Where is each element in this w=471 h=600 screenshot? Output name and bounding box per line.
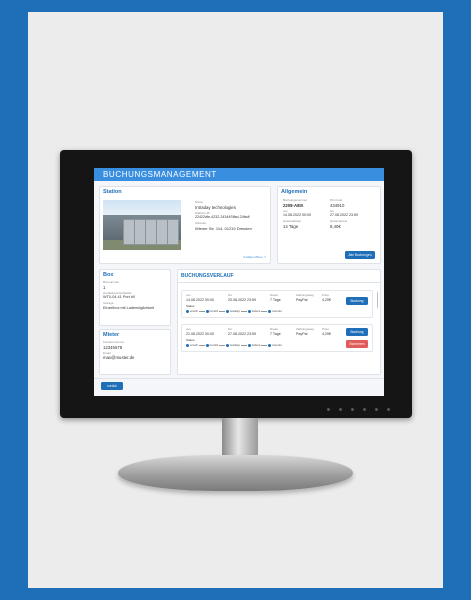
booking-duration: 7 Tage [270, 331, 281, 336]
step-bestaetigt: bestätigt [230, 310, 240, 313]
booking-payment: PayPal [296, 297, 308, 302]
monitor-buttons [327, 408, 390, 411]
hardware-value: WT0-04.41 Port #0 [103, 295, 136, 299]
general-title: Allgemein [281, 189, 308, 195]
box-card: Box Boxnummer 1 Hardwareschnittstelle WT… [99, 269, 171, 326]
history-card: BUCHUNGSVERLAUF von 14.08.2022 00:00 bis 2… [177, 269, 381, 375]
step-beendet: beendet [272, 310, 282, 313]
booking-button[interactable]: Buchung [346, 328, 368, 336]
storage-value: Einzelbox mit Lademöglichkeit [103, 305, 155, 310]
open-in-maps-link[interactable]: In Maps öffnen ↗ [243, 255, 266, 259]
booking-entry: von 14.08.2022 00:00 bis 20.08.2022 23:59 … [181, 290, 373, 318]
step-erstellt: erstellt [190, 344, 198, 347]
back-button[interactable]: zurück [101, 382, 123, 390]
booking-from: 14.08.2022 00:00 [186, 297, 214, 302]
col-payment-label: Zahlungsweg [296, 327, 314, 331]
scrollbar[interactable] [376, 292, 378, 308]
station-card: Station Name Intraday technologies Stati… [99, 186, 271, 264]
pin-value: 434910 [330, 202, 345, 208]
box-title: Box [103, 272, 114, 278]
tenant-card: Mieter Kundennummer 12345678 Email max@m… [99, 329, 171, 375]
status-progress: erstellt bezahlt bestätigt laufend beend… [186, 310, 282, 313]
booking-number: 2208-A8IX [283, 202, 304, 208]
booking-price: 4,20€ [322, 331, 331, 336]
station-title: Station [103, 189, 122, 195]
monitor-stand-neck [222, 418, 258, 460]
col-payment-label: Zahlungsweg [296, 293, 314, 297]
status-progress: erstellt bezahlt bestätigt laufend beend… [186, 344, 282, 347]
booking-to: 27.08.2022 23:59 [228, 331, 256, 336]
booking-payment: PayPal [296, 331, 308, 336]
general-card: Allgemein Buchungsnummer 2208-A8IX von 1… [277, 186, 381, 264]
step-bezahlt: bezahlt [209, 344, 219, 347]
monitor-stand-base [118, 455, 353, 491]
step-bestaetigt: bestätigt [230, 344, 240, 347]
from-value: 14.08.2022 00:00 [283, 213, 311, 217]
customer-number: 12345678 [103, 344, 123, 350]
monitor-frame: BUCHUNGSMANAGEMENT Station Name Intraday… [60, 150, 412, 418]
step-beendet: beendet [272, 344, 282, 347]
app-header: BUCHUNGSMANAGEMENT [94, 168, 384, 181]
duration-value: 14 Tage [283, 223, 299, 229]
history-title: BUCHUNGSVERLAUF [181, 273, 234, 279]
booking-duration: 7 Tage [270, 297, 281, 302]
step-laufend: laufend [251, 310, 261, 313]
station-photo [103, 200, 181, 250]
status-label: Status [186, 304, 195, 308]
booking-button[interactable]: Buchung [346, 297, 368, 305]
booking-to: 20.08.2022 23:59 [228, 297, 256, 302]
step-laufend: laufend [251, 344, 261, 347]
all-bookings-button[interactable]: Alle Buchungen [345, 251, 375, 259]
price-value: 8,40€ [330, 223, 341, 229]
to-value: 27.08.2022 23:59 [330, 213, 358, 217]
step-erstellt: erstellt [190, 310, 198, 313]
status-label: Status [186, 338, 195, 342]
box-number: 1 [103, 284, 106, 290]
booking-entry: von 21.08.2022 00:00 bis 27.08.2022 23:59 … [181, 324, 373, 352]
booking-from: 21.08.2022 00:00 [186, 331, 214, 336]
station-name: Intraday technologies [195, 204, 236, 210]
step-bezahlt: bezahlt [209, 310, 219, 313]
app-screen: BUCHUNGSMANAGEMENT Station Name Intraday… [94, 168, 384, 396]
page-title: BUCHUNGSMANAGEMENT [103, 170, 217, 179]
station-id: 22422dfe-4232-24344Sffsd-24fsdf [195, 215, 250, 219]
email-value: max@muster.de [103, 355, 135, 360]
station-address: Wiener Str. 114, 01219 Dresden [195, 225, 252, 231]
booking-price: 4,20€ [322, 297, 331, 302]
cancel-booking-button[interactable]: Stornieren [346, 340, 368, 348]
tenant-title: Mieter [103, 332, 120, 338]
